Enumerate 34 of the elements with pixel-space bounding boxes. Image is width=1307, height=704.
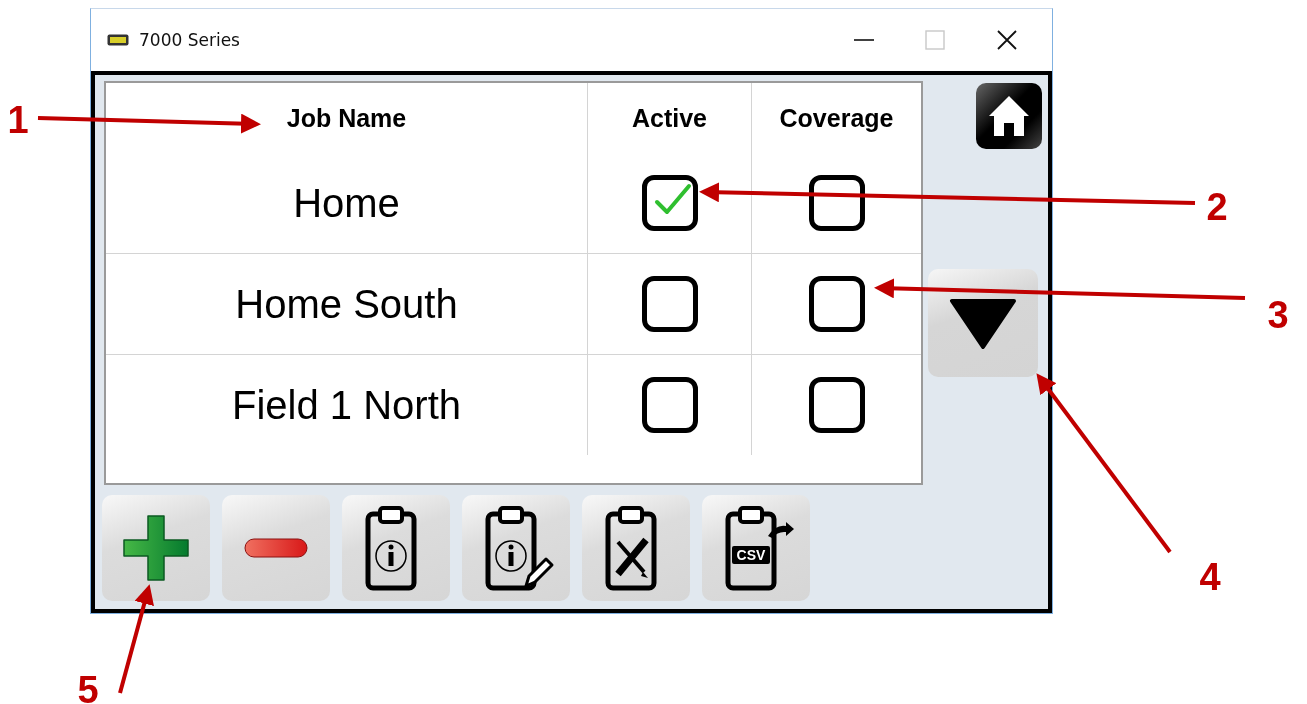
home-button[interactable]	[976, 83, 1042, 149]
minus-icon	[244, 538, 308, 558]
job-name[interactable]: Home South	[235, 281, 458, 327]
callout-number: 3	[1267, 294, 1289, 336]
minimize-icon	[854, 39, 874, 41]
tools-button[interactable]	[582, 495, 690, 601]
export-button[interactable]: CSV	[702, 495, 810, 601]
scroll-down-button[interactable]	[928, 269, 1038, 377]
close-button[interactable]	[996, 29, 1018, 51]
column-header: Active	[631, 103, 707, 133]
edit-button[interactable]	[462, 495, 570, 601]
maximize-icon	[924, 29, 946, 51]
active-checkbox[interactable]	[641, 276, 698, 332]
device-icon	[107, 34, 129, 46]
column-header: Coverage	[779, 103, 894, 133]
callout-number: 2	[1206, 186, 1228, 228]
active-checkbox[interactable]	[641, 175, 698, 231]
column-header: Job Name	[286, 103, 407, 133]
job-name[interactable]: Home	[293, 180, 400, 226]
callout-number: 5	[77, 669, 99, 704]
down-triangle-icon	[948, 297, 1018, 349]
remove-button[interactable]	[222, 495, 330, 601]
window-title: 7000 Series	[139, 30, 240, 50]
info-button[interactable]	[342, 495, 450, 601]
active-checkbox[interactable]	[641, 377, 698, 433]
close-icon	[996, 29, 1018, 51]
callout-number: 1	[7, 99, 29, 141]
add-button[interactable]	[102, 495, 210, 601]
coverage-checkbox[interactable]	[808, 377, 865, 433]
coverage-checkbox[interactable]	[808, 276, 865, 332]
csv-label: CSV	[736, 547, 766, 563]
coverage-checkbox[interactable]	[808, 175, 865, 231]
callout-number: 4	[1199, 556, 1221, 598]
job-name[interactable]: Field 1 North	[232, 382, 461, 428]
